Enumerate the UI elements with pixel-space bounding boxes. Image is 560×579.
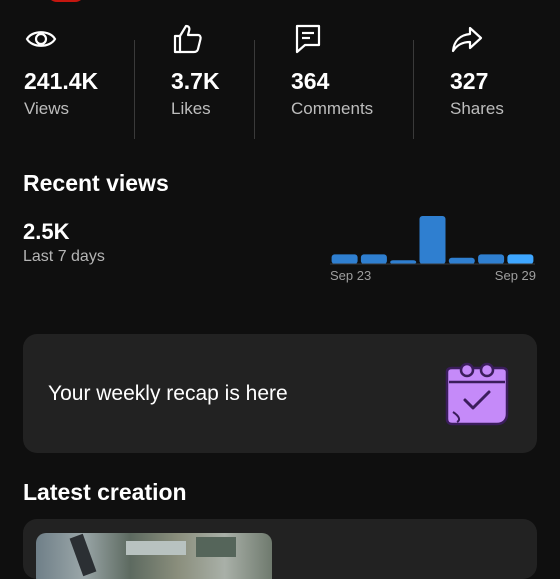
- stat-value: 327: [450, 68, 489, 94]
- chart-bar: [360, 254, 387, 264]
- latest-creation-title: Latest creation: [23, 479, 187, 505]
- eye-icon: [25, 31, 57, 47]
- calendar-check-icon: [445, 362, 509, 426]
- stat-label: Likes: [171, 99, 211, 118]
- video-thumbnail[interactable]: [36, 533, 272, 579]
- stat-value: 364: [291, 68, 330, 94]
- recap-text: Your weekly recap is here: [48, 382, 288, 405]
- recent-views-title: Recent views: [23, 170, 169, 196]
- chart-bar: [390, 260, 417, 264]
- divider: [254, 40, 255, 139]
- chart-bar: [478, 254, 505, 264]
- divider: [413, 40, 414, 139]
- x-tick-label: Sep 23: [330, 268, 371, 283]
- chart-bar: [507, 254, 534, 264]
- stats-row: 241.4K Views 3.7K Likes 364 Comments 327…: [0, 18, 560, 139]
- divider: [134, 40, 135, 139]
- latest-creation-card[interactable]: [23, 519, 537, 579]
- recent-views-subtitle: Last 7 days: [23, 248, 105, 265]
- chart-bar: [331, 254, 358, 264]
- chart-bar: [419, 216, 446, 264]
- x-tick-label: Sep 29: [495, 268, 536, 283]
- chart-bar: [448, 257, 475, 264]
- stat-value: 241.4K: [24, 68, 99, 94]
- stat-value: 3.7K: [171, 68, 220, 94]
- recent-views-value: 2.5K: [23, 219, 70, 244]
- comment-icon: [295, 24, 321, 54]
- channel-avatar[interactable]: [47, 0, 85, 2]
- stat-label: Comments: [291, 99, 374, 118]
- thumbs-up-icon: [173, 24, 202, 54]
- stat-label: Views: [24, 99, 70, 118]
- weekly-recap-card[interactable]: Your weekly recap is here: [23, 334, 537, 453]
- stat-label: Shares: [450, 99, 504, 118]
- recent-views-chart[interactable]: Sep 23 Sep 29: [325, 205, 540, 285]
- share-icon: [451, 26, 483, 53]
